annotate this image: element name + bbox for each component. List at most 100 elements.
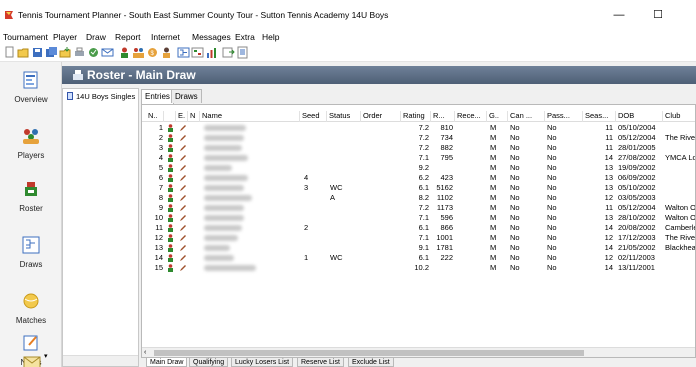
nav-draws[interactable]: Draws: [0, 235, 62, 287]
edit-icon[interactable]: [179, 184, 187, 192]
table-row[interactable]: 6 4 6.2 423 M No No 13 06/09/2002: [142, 173, 695, 183]
edit-icon[interactable]: [179, 204, 187, 212]
col-order[interactable]: Order: [361, 111, 401, 122]
edit-icon[interactable]: [179, 194, 187, 202]
nav-players[interactable]: Players: [0, 126, 62, 178]
person-icon[interactable]: [167, 144, 174, 152]
schedule-icon[interactable]: [191, 46, 204, 59]
scrollbar-thumb[interactable]: [154, 350, 584, 356]
chart-icon[interactable]: [205, 46, 218, 59]
col-dob[interactable]: DOB: [616, 111, 663, 122]
tab-entries[interactable]: Entries: [141, 89, 174, 104]
menu-draw[interactable]: Draw: [86, 32, 106, 42]
person-icon[interactable]: [167, 264, 174, 272]
edit-icon[interactable]: [179, 174, 187, 182]
person-icon[interactable]: [167, 254, 174, 262]
mail-icon[interactable]: [87, 46, 100, 59]
edit-icon[interactable]: [179, 134, 187, 142]
draw-icon[interactable]: [177, 46, 190, 59]
col-number[interactable]: N..: [146, 111, 164, 122]
table-row[interactable]: 8 A 8.2 1102 M No No 12 03/05/2003: [142, 193, 695, 203]
col-seed[interactable]: Seed: [300, 111, 327, 122]
col-name[interactable]: Name: [200, 111, 300, 122]
edit-icon[interactable]: [179, 164, 187, 172]
table-row[interactable]: 4 7.1 795 M No No 14 27/08/2002 YMCA Lon: [142, 153, 695, 163]
menu-internet[interactable]: Internet: [151, 32, 180, 42]
col-club[interactable]: Club: [663, 111, 695, 122]
maximize-button[interactable]: ☐: [646, 5, 670, 25]
minimize-button[interactable]: —: [607, 5, 631, 25]
nav-roster[interactable]: Roster: [0, 179, 62, 231]
events-scrollbar[interactable]: [63, 355, 138, 366]
col-rating[interactable]: Rating: [401, 111, 431, 122]
person-icon[interactable]: [167, 244, 174, 252]
col-entry[interactable]: E.: [176, 111, 188, 122]
col-icon[interactable]: [164, 111, 176, 122]
open-icon[interactable]: [17, 46, 30, 59]
edit-icon[interactable]: [179, 154, 187, 162]
person-icon[interactable]: [167, 154, 174, 162]
table-row[interactable]: 1 7.2 810 M No No 11 05/10/2004: [142, 123, 695, 133]
scroll-left-arrow[interactable]: ‹: [144, 348, 146, 357]
save-icon[interactable]: [31, 46, 44, 59]
players-icon[interactable]: [132, 46, 145, 59]
save-all-icon[interactable]: [45, 46, 58, 59]
nav-overview[interactable]: Overview: [0, 70, 62, 122]
person-icon[interactable]: [167, 184, 174, 192]
tab-main-draw[interactable]: Main Draw: [146, 358, 188, 367]
col-gender[interactable]: G..: [487, 111, 508, 122]
col-pass[interactable]: Pass...: [545, 111, 583, 122]
report-icon[interactable]: [236, 46, 249, 59]
table-row[interactable]: 3 7.2 882 M No No 11 28/01/2005: [142, 143, 695, 153]
person-icon[interactable]: [167, 204, 174, 212]
edit-icon[interactable]: [179, 264, 187, 272]
edit-icon[interactable]: [179, 214, 187, 222]
menu-extra[interactable]: Extra: [235, 32, 255, 42]
menu-report[interactable]: Report: [115, 32, 141, 42]
col-n[interactable]: N: [188, 111, 200, 122]
table-row[interactable]: 10 7.1 596 M No No 13 28/10/2002 Walton Or: [142, 213, 695, 223]
print-icon[interactable]: [73, 46, 86, 59]
menu-help[interactable]: Help: [262, 32, 279, 42]
edit-icon[interactable]: [179, 254, 187, 262]
grid-horizontal-scrollbar[interactable]: ‹: [142, 347, 695, 357]
col-season[interactable]: Seas...: [583, 111, 616, 122]
col-can[interactable]: Can ...: [508, 111, 545, 122]
table-row[interactable]: 12 7.1 1001 M No No 12 17/12/2003 The Rivers: [142, 233, 695, 243]
table-row[interactable]: 9 7.2 1173 M No No 11 05/12/2004 Walton Or: [142, 203, 695, 213]
edit-icon[interactable]: [179, 234, 187, 242]
email-icon[interactable]: [101, 46, 114, 59]
person-icon[interactable]: [167, 174, 174, 182]
table-row[interactable]: 13 9.1 1781 M No No 14 21/05/2002 Blackheath: [142, 243, 695, 253]
table-row[interactable]: 14 1 WC 6.1 222 M No No 12 02/11/2003: [142, 253, 695, 263]
tab-reserve-list[interactable]: Reserve List: [297, 358, 344, 367]
edit-icon[interactable]: [179, 144, 187, 152]
payment-icon[interactable]: $: [146, 46, 159, 59]
edit-icon[interactable]: [179, 124, 187, 132]
table-row[interactable]: 11 2 6.1 866 M No No 14 20/08/2002 Camberley: [142, 223, 695, 233]
official-icon[interactable]: [160, 46, 173, 59]
table-row[interactable]: 5 9.2 M No No 13 19/09/2002: [142, 163, 695, 173]
person-icon[interactable]: [167, 134, 174, 142]
edit-icon[interactable]: [179, 224, 187, 232]
nav-mail[interactable]: ▾: [0, 352, 62, 367]
person-icon[interactable]: [167, 234, 174, 242]
person-icon[interactable]: [167, 224, 174, 232]
person-icon[interactable]: [167, 214, 174, 222]
col-r[interactable]: R...: [431, 111, 455, 122]
table-row[interactable]: 7 3 WC 6.1 5162 M No No 13 05/10/2002: [142, 183, 695, 193]
table-row[interactable]: 15 10.2 M No No 14 13/11/2001: [142, 263, 695, 273]
event-item[interactable]: 14U Boys Singles: [67, 92, 135, 103]
menu-player[interactable]: Player: [53, 32, 77, 42]
nav-dropdown-arrow[interactable]: ▾: [44, 352, 48, 360]
tab-lucky-losers-list[interactable]: Lucky Losers List: [231, 358, 294, 367]
col-status[interactable]: Status: [327, 111, 361, 122]
import-icon[interactable]: [59, 46, 72, 59]
tab-exclude-list[interactable]: Exclude List: [348, 358, 394, 367]
edit-icon[interactable]: [179, 244, 187, 252]
player-icon[interactable]: [118, 46, 131, 59]
col-received[interactable]: Rece...: [455, 111, 487, 122]
person-icon[interactable]: [167, 124, 174, 132]
person-icon[interactable]: [167, 164, 174, 172]
person-icon[interactable]: [167, 194, 174, 202]
